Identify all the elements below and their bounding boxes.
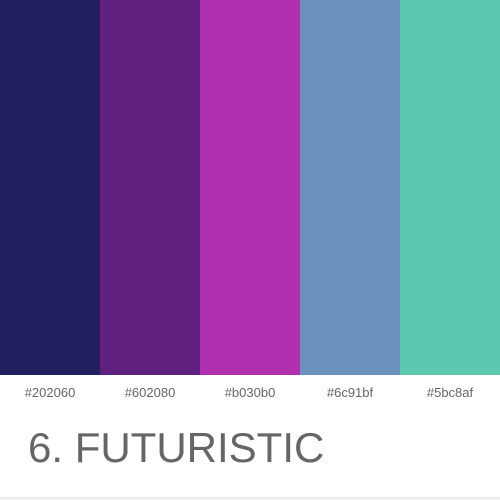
swatch-4 [300, 0, 400, 375]
swatch-2 [100, 0, 200, 375]
swatch-1 [0, 0, 100, 375]
color-labels: #202060 #602080 #b030b0 #6c91bf #5bc8af [0, 385, 500, 400]
palette-title: 6. FUTURISTIC [28, 424, 325, 471]
color-swatches [0, 0, 500, 375]
swatch-3 [200, 0, 300, 375]
swatch-label: #602080 [124, 385, 176, 400]
swatch-label: #5bc8af [426, 385, 474, 400]
swatch-label: #202060 [24, 385, 76, 400]
swatch-label: #6c91bf [326, 385, 374, 400]
swatch-5 [400, 0, 500, 375]
swatch-label: #b030b0 [224, 385, 276, 400]
